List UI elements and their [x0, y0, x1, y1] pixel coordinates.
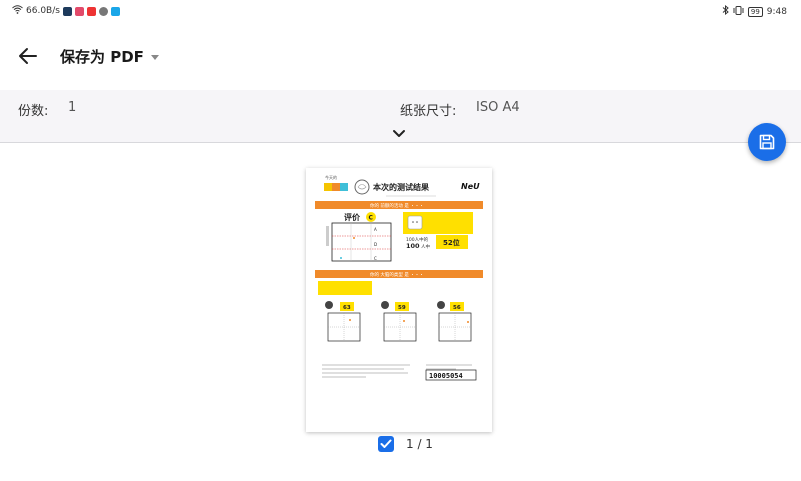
doc-id-number: 10005054	[429, 372, 463, 380]
doc-score-c: 56	[453, 305, 461, 311]
vibrate-icon	[733, 5, 744, 18]
chevron-down-icon	[393, 130, 405, 137]
brain-icon	[354, 179, 370, 195]
network-speed: 66.0B/s	[26, 6, 60, 16]
doc-brand: NeU	[461, 182, 480, 191]
app-notification-icon	[62, 6, 72, 16]
logo-block	[340, 183, 348, 191]
app-notification-icon	[98, 6, 108, 16]
graph-frame	[331, 222, 392, 262]
back-arrow-icon	[19, 48, 37, 64]
battery-icon: 99	[747, 6, 763, 17]
page-title: 保存为 PDF	[60, 48, 144, 66]
app-notification-icon	[110, 6, 120, 16]
print-options: 份数: 1 纸张尺寸: ISO A4	[0, 90, 801, 143]
doc-rank-unit: 人中	[421, 243, 430, 250]
save-icon	[759, 134, 775, 150]
dropdown-caret-icon	[150, 55, 159, 60]
document-thumbnail: 今天的 本次的测试结果 NeU 你的 前额的活动 是 ・・・ 评价 C A D …	[315, 174, 483, 381]
doc-section-1: 你的 前额的活动 是 ・・・	[370, 202, 424, 209]
app-notification-icon	[74, 6, 84, 16]
copies-value[interactable]: 1	[68, 100, 76, 115]
doc-score-b: 59	[398, 305, 406, 311]
checkmark-icon	[380, 439, 392, 448]
status-bar: 66.0B/s 99 9:48	[0, 0, 801, 22]
save-pdf-button[interactable]	[748, 123, 786, 161]
highlight-box	[318, 281, 372, 295]
logo-block	[332, 183, 340, 191]
doc-rank-value: 52位	[443, 238, 460, 247]
page-select-checkbox[interactable]	[378, 436, 394, 452]
face-icon	[407, 215, 423, 230]
back-button[interactable]	[18, 47, 38, 65]
app-notification-icon	[86, 6, 96, 16]
paper-size-label: 纸张尺寸:	[400, 104, 457, 119]
head-icon	[381, 301, 389, 309]
doc-eval-label: 评价	[344, 213, 361, 222]
bluetooth-icon	[722, 4, 729, 18]
clock: 9:48	[766, 6, 787, 17]
svg-text:C: C	[374, 256, 377, 261]
head-icon	[325, 301, 333, 309]
doc-score-a: 63	[343, 305, 351, 311]
doc-title: 本次的测试结果	[372, 182, 429, 192]
paper-size-value[interactable]: ISO A4	[476, 100, 520, 115]
head-icon	[437, 301, 445, 309]
svg-text:A: A	[374, 227, 377, 232]
copies-label: 份数:	[18, 104, 49, 119]
page-selector: 1 / 1	[378, 436, 433, 452]
doc-rank-number: 100	[406, 242, 420, 250]
doc-eval-grade: C	[369, 215, 374, 222]
svg-text:D: D	[374, 242, 377, 247]
page-counter: 1 / 1	[406, 437, 433, 451]
page-preview[interactable]: 今天的 本次的测试结果 NeU 你的 前额的活动 是 ・・・ 评价 C A D …	[306, 168, 492, 432]
logo-block	[324, 183, 332, 191]
top-bar: 保存为 PDF	[0, 22, 801, 90]
doc-section-2: 你的 大脑的类型 是 ・・・	[370, 271, 424, 278]
wifi-icon	[12, 5, 23, 17]
destination-selector[interactable]: 保存为 PDF	[60, 46, 159, 67]
doc-header-small: 今天的	[325, 174, 337, 180]
expand-options-button[interactable]	[392, 124, 406, 137]
